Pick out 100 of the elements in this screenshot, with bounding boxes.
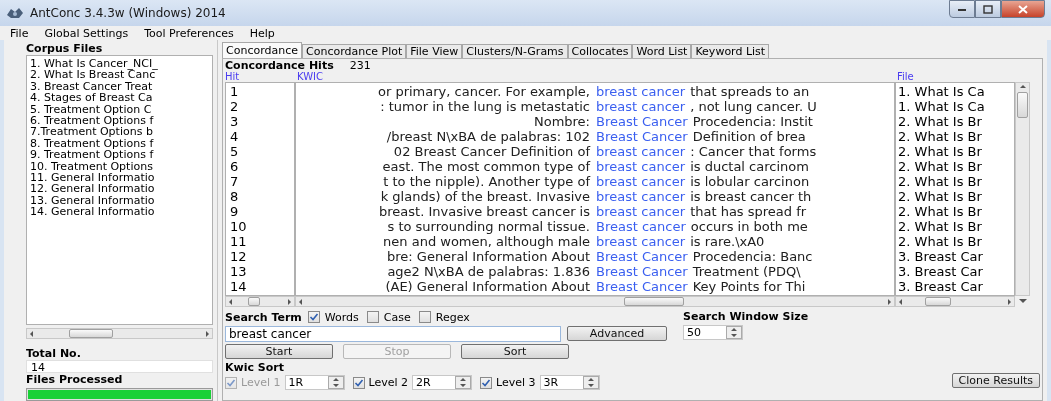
scrollbar[interactable]: [225, 296, 295, 307]
minimize-button[interactable]: [949, 0, 975, 18]
corpus-entry[interactable]: 6. Treatment Options f: [30, 115, 209, 127]
corpus-entry[interactable]: 8. Treatment Options f: [30, 137, 209, 150]
keyword[interactable]: breast cancer: [596, 189, 691, 204]
corpus-entry[interactable]: 3. Breast Cancer Treat: [30, 80, 209, 93]
corpus-entry[interactable]: 14. General Informatio: [30, 206, 209, 218]
label: Search Window Size: [683, 310, 810, 323]
checkbox-label: Level 1: [241, 376, 281, 389]
checkbox[interactable]: [418, 311, 431, 323]
label: Total No.: [26, 347, 82, 361]
number-field[interactable]: 50: [683, 325, 743, 340]
search-field[interactable]: breast cancer: [225, 325, 561, 342]
scrollbar[interactable]: [26, 328, 213, 340]
scrollbar[interactable]: [895, 296, 1015, 307]
right-context: , not lung cancer. U: [690, 99, 817, 114]
file-name: 2. What Is Br: [898, 114, 983, 129]
left-context: t to the nipple). Another type of: [383, 174, 590, 189]
left-context: s to surrounding normal tissue.: [387, 219, 590, 234]
tab[interactable]: Word List: [632, 44, 692, 58]
scrollbar[interactable]: [295, 296, 895, 307]
scrollbar[interactable]: [1015, 82, 1030, 296]
keyword[interactable]: Breast Cancer: [596, 114, 693, 129]
file-name: 1. What Is Ca: [898, 84, 986, 99]
start-button[interactable]: Start: [225, 344, 333, 359]
keyword[interactable]: Breast Cancer: [596, 264, 693, 279]
right-context: : Cancer that forms: [690, 144, 817, 159]
checkbox-label: Level 2: [368, 376, 409, 389]
app-icon: [6, 6, 24, 20]
corpus-entry[interactable]: 11. General Informatio: [30, 172, 209, 184]
tab[interactable]: Concordance: [222, 42, 302, 58]
tab[interactable]: File View: [406, 44, 463, 58]
corpus-entry[interactable]: 2. What Is Breast Canc: [30, 69, 209, 81]
section-title: Corpus Files: [26, 42, 104, 55]
check-icon: [308, 312, 319, 322]
tab[interactable]: Concordance Plot: [302, 44, 407, 58]
minimize-icon: [957, 6, 967, 12]
sort-button[interactable]: Sort: [461, 344, 569, 359]
column-header: File: [897, 72, 914, 82]
right-context: is breast cancer th: [690, 189, 812, 204]
corpus-entry[interactable]: 5. Treatment Option C: [30, 103, 209, 116]
number-field[interactable]: 2R: [412, 375, 473, 390]
corpus-entry[interactable]: 10. Treatment Options: [30, 160, 209, 173]
corpus-entry[interactable]: 13. General Informatio: [30, 194, 209, 207]
keyword[interactable]: breast cancer: [596, 84, 691, 99]
keyword[interactable]: breast cancer: [596, 234, 691, 249]
hit-number: 8: [230, 189, 240, 204]
file-name: 2. What Is Br: [898, 189, 983, 204]
window-title: AntConc 3.4.3w (Windows) 2014: [30, 6, 227, 20]
file-name: 3. Breast Car: [898, 279, 984, 294]
checkbox[interactable]: [366, 311, 379, 323]
keyword[interactable]: breast cancer: [596, 204, 691, 219]
column-header: Hit: [225, 72, 241, 82]
left-context: nen and women, although male: [383, 234, 590, 249]
keyword[interactable]: Breast Cancer: [596, 129, 693, 144]
maximize-icon: [983, 4, 993, 14]
keyword[interactable]: Breast Cancer: [596, 249, 693, 264]
number-field[interactable]: 3R: [539, 375, 600, 390]
tab[interactable]: Clusters/N-Grams: [462, 44, 568, 58]
hit-number: 3: [230, 114, 240, 129]
label: Search Term: [225, 310, 302, 324]
close-button[interactable]: [1001, 0, 1045, 18]
keyword[interactable]: breast cancer: [596, 99, 691, 114]
corpus-entry[interactable]: 1. What Is Cancer_NCI_: [30, 58, 209, 70]
checkbox[interactable]: [480, 376, 493, 389]
label: Kwic Sort: [225, 361, 285, 374]
tab[interactable]: Keyword List: [691, 44, 770, 58]
advanced-button[interactable]: Advanced: [567, 326, 667, 341]
file-list[interactable]: [26, 55, 213, 326]
spinner-icon: [455, 376, 472, 389]
corpus-entry[interactable]: 12. General Informatio: [30, 183, 209, 195]
hit-number: 11: [230, 234, 248, 249]
label: Concordance Hits: [225, 60, 334, 72]
keyword[interactable]: Breast cancer: [596, 219, 691, 234]
keyword[interactable]: breast cancer: [596, 144, 691, 159]
corpus-entry[interactable]: 7.Treatment Options b: [30, 126, 209, 138]
left-context: (AE) General Information About: [385, 279, 590, 294]
keyword[interactable]: breast cancer: [596, 174, 691, 189]
right-context: Treatment (PDQ\: [692, 264, 801, 279]
check-icon: [353, 377, 364, 388]
hit-number: 14: [230, 279, 248, 294]
keyword[interactable]: Breast Cancer: [596, 279, 693, 294]
spinner-icon: [582, 376, 599, 389]
checkbox[interactable]: [352, 376, 365, 389]
clone-results-button[interactable]: Clone Results: [951, 373, 1040, 388]
corpus-entry[interactable]: 4. Stages of Breast Ca: [30, 92, 209, 104]
hit-number: 10: [230, 219, 248, 234]
hit-number: 9: [230, 204, 240, 219]
menu-item[interactable]: Global Settings: [44, 26, 129, 40]
menu-item[interactable]: Tool Preferences: [144, 26, 234, 40]
left-context: east. The most common type of: [382, 159, 590, 174]
keyword[interactable]: breast cancer: [596, 159, 691, 174]
menu-item[interactable]: Help: [249, 26, 275, 40]
maximize-button[interactable]: [975, 0, 1001, 18]
tab[interactable]: Collocates: [567, 44, 633, 58]
file-name: 3. Breast Car: [898, 249, 984, 264]
menu-item[interactable]: File: [10, 26, 29, 40]
checkbox[interactable]: [307, 311, 320, 323]
spinner-icon: [327, 376, 344, 389]
corpus-entry[interactable]: 9. Treatment Options f: [30, 149, 209, 161]
